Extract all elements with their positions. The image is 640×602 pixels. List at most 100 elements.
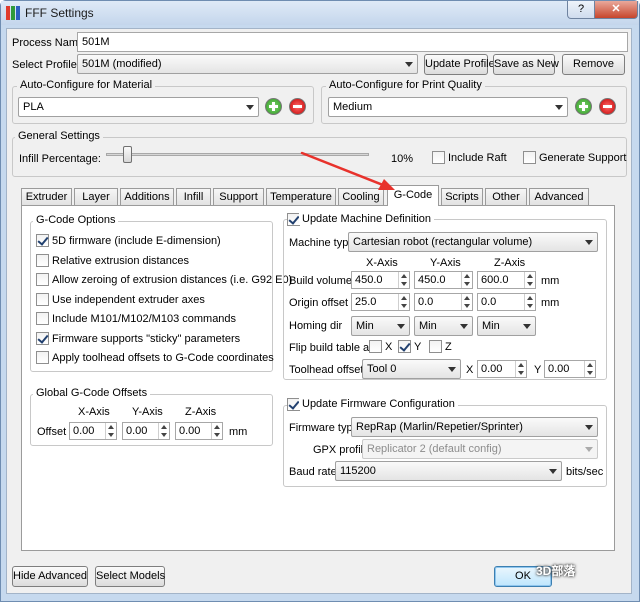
help-button[interactable]: ? — [567, 1, 595, 19]
spinner-arrows-icon[interactable] — [461, 272, 472, 288]
homing-z-select[interactable]: Min — [477, 316, 536, 336]
gcode-option-checkbox[interactable] — [36, 312, 49, 325]
chevron-down-icon — [555, 105, 563, 110]
tab-extruder[interactable]: Extruder — [21, 188, 72, 205]
spinner-arrows-icon[interactable] — [398, 272, 409, 288]
build-volume-x-input[interactable]: 450.0 — [351, 271, 410, 289]
tab-g-code[interactable]: G-Code — [387, 185, 439, 206]
baud-rate-select[interactable]: 115200 — [335, 461, 562, 481]
baud-rate-value: 115200 — [340, 465, 376, 477]
homing-z-value: Min — [482, 320, 500, 332]
homing-x-select[interactable]: Min — [351, 316, 410, 336]
tab-additions[interactable]: Additions — [120, 188, 174, 205]
tab-other[interactable]: Other — [485, 188, 527, 205]
spinner-arrows-icon[interactable] — [211, 423, 222, 439]
spinner-arrows-icon[interactable] — [584, 361, 595, 377]
profile-select[interactable]: 501M (modified) — [77, 54, 418, 74]
generate-support-checkbox[interactable] — [523, 151, 536, 164]
chevron-down-icon — [523, 324, 531, 329]
gcode-option-checkbox[interactable] — [36, 273, 49, 286]
spinner-arrows-icon[interactable] — [105, 423, 116, 439]
origin-offset-z-value: 0.0 — [481, 296, 497, 308]
build-volume-z-input[interactable]: 600.0 — [477, 271, 536, 289]
remove-profile-button[interactable]: Remove — [562, 54, 625, 75]
tab-temperature[interactable]: Temperature — [266, 188, 336, 205]
chevron-down-icon — [585, 425, 593, 430]
gcode-option-checkbox[interactable] — [36, 351, 49, 364]
origin-offset-x-input[interactable]: 25.0 — [351, 293, 410, 311]
toolhead-select[interactable]: Tool 0 — [362, 359, 461, 379]
tab-layer[interactable]: Layer — [74, 188, 118, 205]
build-volume-y-value: 450.0 — [418, 274, 446, 286]
spinner-arrows-icon[interactable] — [461, 294, 472, 310]
gpx-profile-select[interactable]: Replicator 2 (default config) — [362, 439, 598, 459]
tab-cooling[interactable]: Cooling — [338, 188, 384, 205]
offset-unit-label: mm — [229, 426, 248, 438]
remove-material-icon[interactable] — [289, 98, 306, 115]
flip-z-checkbox[interactable] — [429, 340, 442, 353]
flip-y-label: Y — [414, 341, 422, 353]
spinner-arrows-icon[interactable] — [524, 294, 535, 310]
spinner-arrows-icon[interactable] — [515, 361, 526, 377]
title-bar[interactable]: FFF Settings ? ✕ — [1, 1, 639, 25]
toolhead-y-label: Y — [534, 364, 542, 376]
tab-infill[interactable]: Infill — [176, 188, 211, 205]
material-select-value: PLA — [23, 101, 44, 113]
gcode-option-checkbox[interactable] — [36, 254, 49, 267]
update-firmware-title: Update Firmware Configuration — [299, 398, 458, 410]
build-volume-z-value: 600.0 — [481, 274, 509, 286]
offset-z-input[interactable]: 0.00 — [175, 422, 223, 440]
save-as-new-button[interactable]: Save as New — [493, 54, 559, 75]
watermark-text: 3D部落 — [536, 564, 576, 578]
homing-y-select[interactable]: Min — [414, 316, 473, 336]
infill-slider-handle[interactable] — [123, 146, 132, 163]
machine-type-select[interactable]: Cartesian robot (rectangular volume) — [348, 232, 598, 252]
profile-select-value: 501M (modified) — [82, 58, 162, 70]
select-models-button[interactable]: Select Models — [95, 566, 165, 587]
add-material-icon[interactable] — [265, 98, 282, 115]
gpx-profile-label: GPX profile — [313, 444, 370, 456]
quality-select[interactable]: Medium — [328, 97, 568, 117]
remove-quality-icon[interactable] — [599, 98, 616, 115]
origin-offset-z-input[interactable]: 0.0 — [477, 293, 536, 311]
toolhead-y-input[interactable]: 0.00 — [544, 360, 596, 378]
offset-y-value: 0.00 — [126, 425, 148, 437]
gcode-option-label: Relative extrusion distances — [52, 255, 189, 267]
hide-advanced-button[interactable]: Hide Advanced — [12, 566, 88, 587]
infill-slider-track[interactable] — [106, 153, 369, 156]
tab-scripts[interactable]: Scripts — [441, 188, 483, 205]
chevron-down-icon — [448, 367, 456, 372]
origin-offset-y-input[interactable]: 0.0 — [414, 293, 473, 311]
add-quality-icon[interactable] — [575, 98, 592, 115]
origin-offset-unit: mm — [541, 297, 560, 309]
gpx-profile-value: Replicator 2 (default config) — [367, 443, 502, 455]
close-button[interactable]: ✕ — [594, 1, 638, 19]
include-raft-checkbox[interactable] — [432, 151, 445, 164]
spinner-arrows-icon[interactable] — [398, 294, 409, 310]
build-volume-y-input[interactable]: 450.0 — [414, 271, 473, 289]
spinner-arrows-icon[interactable] — [524, 272, 535, 288]
gcode-option-checkbox[interactable] — [36, 332, 49, 345]
tab-support[interactable]: Support — [213, 188, 264, 205]
chevron-down-icon — [405, 62, 413, 67]
offset-x-axis-label: X-Axis — [78, 406, 110, 418]
toolhead-x-input[interactable]: 0.00 — [477, 360, 527, 378]
flip-x-checkbox[interactable] — [369, 340, 382, 353]
material-select[interactable]: PLA — [18, 97, 259, 117]
spinner-arrows-icon[interactable] — [158, 423, 169, 439]
infill-percentage-label: Infill Percentage: — [19, 153, 101, 165]
offset-y-input[interactable]: 0.00 — [122, 422, 170, 440]
tab-advanced[interactable]: Advanced — [529, 188, 589, 205]
offset-x-input[interactable]: 0.00 — [69, 422, 117, 440]
firmware-type-select[interactable]: RepRap (Marlin/Repetier/Sprinter) — [351, 417, 598, 437]
offset-row-label: Offset — [37, 426, 67, 438]
general-settings-title: General Settings — [15, 130, 103, 142]
quality-select-value: Medium — [333, 101, 373, 113]
chevron-down-icon — [549, 469, 557, 474]
flip-y-checkbox[interactable] — [398, 340, 411, 353]
chevron-down-icon — [585, 240, 593, 245]
gcode-option-checkbox[interactable] — [36, 234, 49, 247]
process-name-input[interactable]: 501M — [77, 32, 628, 52]
update-profile-button[interactable]: Update Profile — [424, 54, 495, 75]
gcode-option-checkbox[interactable] — [36, 293, 49, 306]
